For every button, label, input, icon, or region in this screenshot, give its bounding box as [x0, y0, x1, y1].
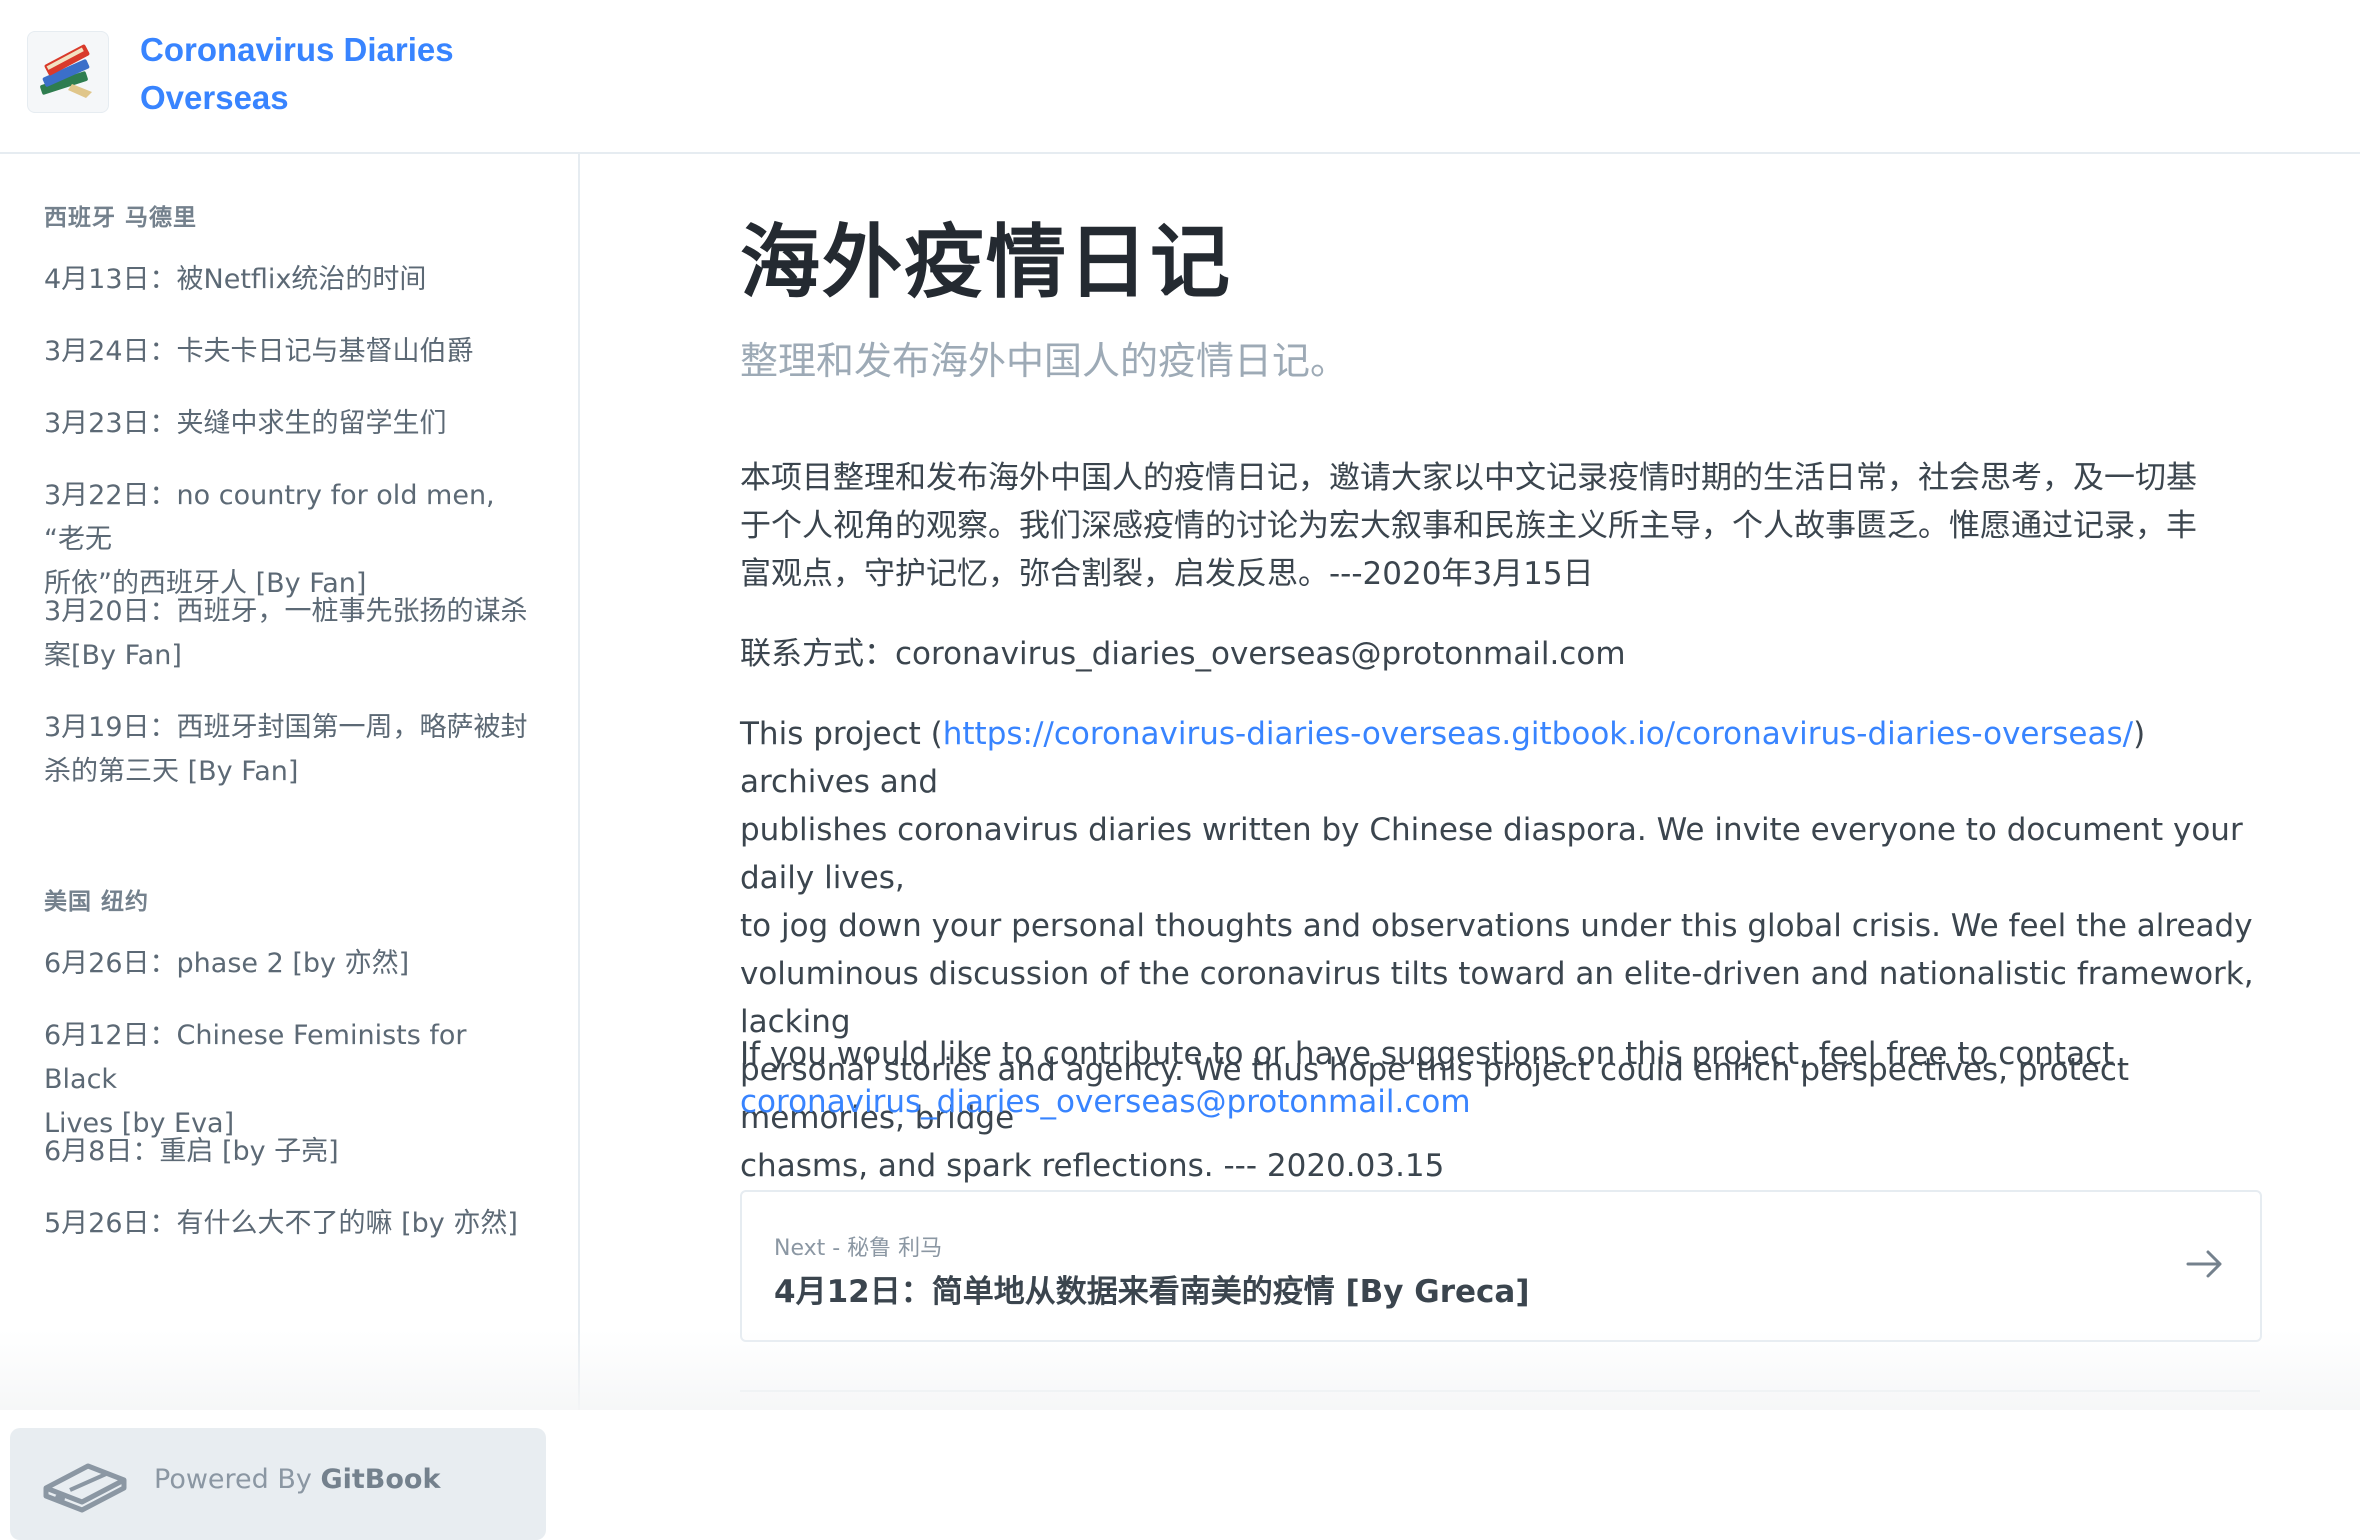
sidebar-item[interactable]: 6月26日：phase 2 [by 亦然] [44, 942, 544, 986]
paragraph-line: to jog down your personal thoughts and o… [740, 908, 2253, 944]
sidebar-item[interactable]: 3月19日：西班牙封国第一周，略萨被封 杀的第三天 [By Fan] [44, 706, 544, 794]
powered-prefix: Powered By [154, 1464, 321, 1495]
sidebar-item[interactable]: 5月26日：有什么大不了的嘛 [by 亦然] [44, 1202, 544, 1246]
paragraph-line: This project (https://coronavirus-diarie… [740, 710, 2260, 806]
gitbook-icon [40, 1450, 130, 1520]
sidebar-item-label[interactable]: 6月8日：重启 [by 子亮] [44, 1130, 544, 1174]
intro-chinese-paragraph: 本项目整理和发布海外中国人的疫情日记，邀请大家以中文记录疫情时期的生活日常，社会… [740, 454, 2260, 598]
top-header: Coronavirus Diaries Overseas [0, 0, 2360, 154]
sidebar-item-label[interactable]: 3月24日：卡夫卡日记与基督山伯爵 [44, 330, 544, 374]
contact-email-link[interactable]: coronavirus_diaries_overseas@protonmail.… [740, 1078, 2260, 1126]
project-url-link[interactable]: https://coronavirus-diaries-overseas.git… [943, 716, 2133, 752]
page-title: 海外疫情日记 [740, 216, 1232, 309]
sidebar-item-label[interactable]: 6月26日：phase 2 [by 亦然] [44, 942, 544, 986]
sidebar-item-label[interactable]: 5月26日：有什么大不了的嘛 [by 亦然] [44, 1202, 544, 1246]
sidebar-item-label[interactable]: 6月12日：Chinese Feminists for Black [44, 1014, 544, 1102]
next-page-label: Next - 秘鲁 利马 [774, 1236, 943, 1261]
sidebar-item-label[interactable]: 3月20日：西班牙，一桩事先张扬的谋杀 [44, 590, 544, 634]
sidebar-item-label[interactable]: 3月22日：no country for old men, “老无 [44, 474, 544, 562]
sidebar-item[interactable]: 3月23日：夹缝中求生的留学生们 [44, 402, 544, 446]
paragraph-line: 于个人视角的观察。我们深感疫情的讨论为宏大叙事和民族主义所主导，个人故事匮乏。惟… [740, 508, 2197, 544]
sidebar-item[interactable]: 3月20日：西班牙，一桩事先张扬的谋杀 案[By Fan] [44, 590, 544, 678]
site-title-line2[interactable]: Overseas [140, 74, 500, 122]
sidebar-item[interactable]: 3月22日：no country for old men, “老无 所依”的西班… [44, 474, 544, 606]
powered-brand: GitBook [320, 1464, 441, 1495]
next-page-title[interactable]: 4月12日：简单地从数据来看南美的疫情 [By Greca] [774, 1266, 1530, 1311]
contact-chinese: 联系方式：coronavirus_diaries_overseas@proton… [740, 636, 1626, 672]
sidebar: 西班牙 马德里 4月13日：被Netflix统治的时间 3月24日：卡夫卡日记与… [0, 154, 580, 1540]
contribute-paragraph: If you would like to contribute to or ha… [740, 1030, 2260, 1126]
sidebar-item[interactable]: 6月12日：Chinese Feminists for Black Lives … [44, 1014, 544, 1146]
sidebar-item[interactable]: 4月13日：被Netflix统治的时间 [44, 258, 544, 302]
sidebar-item-label[interactable]: 3月19日：西班牙封国第一周，略萨被封 [44, 706, 544, 750]
page-subtitle: 整理和发布海外中国人的疫情日记。 [740, 339, 1349, 383]
sidebar-group-madrid: 西班牙 马德里 [44, 205, 198, 231]
powered-by-gitbook-button[interactable]: Powered By GitBook [10, 1428, 546, 1540]
paragraph-line: If you would like to contribute to or ha… [740, 1036, 2115, 1072]
sidebar-item[interactable]: 3月24日：卡夫卡日记与基督山伯爵 [44, 330, 544, 374]
paragraph-line: chasms, and spark reflections. --- 2020.… [740, 1148, 1445, 1184]
books-logo-icon[interactable] [27, 31, 109, 113]
sidebar-item-label[interactable]: 4月13日：被Netflix统治的时间 [44, 258, 544, 302]
intro-prefix: This project ( [740, 716, 943, 752]
sidebar-item-label[interactable]: 案[By Fan] [44, 634, 544, 678]
divider [740, 1390, 2260, 1392]
main-content: 海外疫情日记 整理和发布海外中国人的疫情日记。 本项目整理和发布海外中国人的疫情… [580, 154, 2360, 1410]
paragraph-line: publishes coronavirus diaries written by… [740, 812, 2243, 896]
sidebar-item-label[interactable]: 3月23日：夹缝中求生的留学生们 [44, 402, 544, 446]
paragraph-line: 本项目整理和发布海外中国人的疫情日记，邀请大家以中文记录疫情时期的生活日常，社会… [740, 460, 2197, 496]
site-title[interactable]: Coronavirus Diaries Overseas [140, 26, 500, 122]
sidebar-item[interactable]: 6月8日：重启 [by 子亮] [44, 1130, 544, 1174]
arrow-right-icon[interactable] [2182, 1242, 2226, 1286]
sidebar-group-new-york: 美国 纽约 [44, 889, 150, 915]
paragraph-line: 富观点，守护记忆，弥合割裂，启发反思。---2020年3月15日 [740, 556, 1594, 592]
site-title-line1[interactable]: Coronavirus Diaries [140, 26, 500, 74]
powered-by-label: Powered By GitBook [154, 1464, 440, 1495]
sidebar-item-label[interactable]: 杀的第三天 [By Fan] [44, 750, 544, 794]
next-page-card[interactable]: Next - 秘鲁 利马 4月12日：简单地从数据来看南美的疫情 [By Gre… [740, 1190, 2262, 1342]
